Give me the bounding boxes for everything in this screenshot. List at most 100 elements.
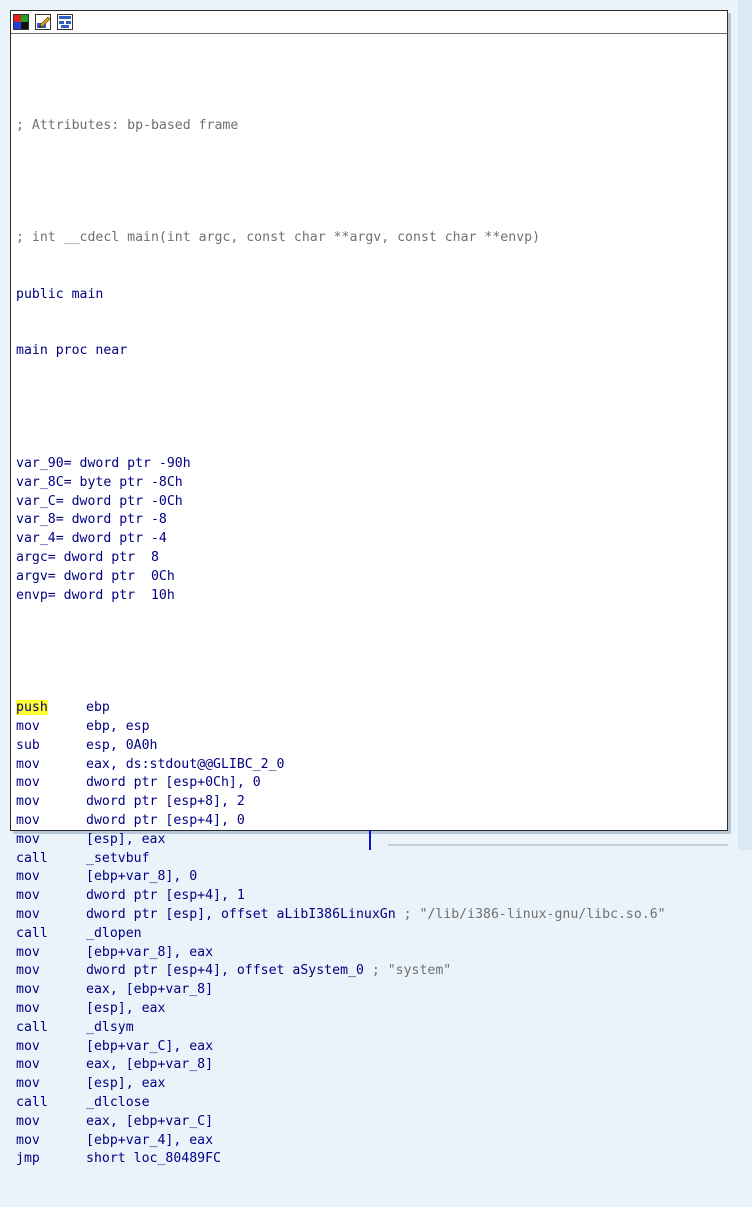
instruction-line[interactable]: mov dword ptr [esp+4], 0 xyxy=(16,812,724,831)
instruction-mnemonic[interactable]: mov xyxy=(16,1057,40,1072)
instruction-mnemonic[interactable]: mov xyxy=(16,1076,40,1091)
instruction-mnemonic[interactable]: mov xyxy=(16,945,40,960)
graph-scrollbar[interactable] xyxy=(738,0,752,850)
instruction-operands[interactable]: [esp], eax xyxy=(86,832,165,847)
instruction-line[interactable]: mov eax, [ebp+var_8] xyxy=(16,981,724,1000)
instruction-line[interactable]: call _setvbuf xyxy=(16,850,724,869)
instruction-line[interactable]: mov dword ptr [esp+0Ch], 0 xyxy=(16,774,724,793)
instruction-operands[interactable]: [ebp+var_C], eax xyxy=(86,1039,213,1054)
instruction-line[interactable]: mov ebp, esp xyxy=(16,718,724,737)
instruction-operands[interactable]: ebp, esp xyxy=(86,719,150,734)
instruction-line[interactable]: call _dlsym xyxy=(16,1019,724,1038)
instruction-operands[interactable]: [ebp+var_4], eax xyxy=(86,1133,213,1148)
instruction-operands[interactable]: _setvbuf xyxy=(86,851,150,866)
stack-variable[interactable]: var_C= dword ptr -0Ch xyxy=(16,493,724,512)
instruction-mnemonic[interactable]: mov xyxy=(16,813,40,828)
instruction-line[interactable]: mov [esp], eax xyxy=(16,1075,724,1094)
instruction-mnemonic[interactable]: mov xyxy=(16,963,40,978)
set-node-color-icon[interactable] xyxy=(13,14,29,30)
instruction-operands[interactable]: eax, [ebp+var_8] xyxy=(86,1057,213,1072)
function-signature-comment: ; int __cdecl main(int argc, const char … xyxy=(16,229,724,248)
stack-variable[interactable]: argv= dword ptr 0Ch xyxy=(16,568,724,587)
instruction-line[interactable]: call _dlclose xyxy=(16,1094,724,1113)
instruction-operands[interactable]: _dlopen xyxy=(86,926,142,941)
instruction-operands[interactable]: esp, 0A0h xyxy=(86,738,157,753)
instruction-operands[interactable]: [ebp+var_8], eax xyxy=(86,945,213,960)
instruction-mnemonic[interactable]: mov xyxy=(16,888,40,903)
instruction-line[interactable]: mov [ebp+var_8], eax xyxy=(16,944,724,963)
instruction-operands[interactable]: _dlsym xyxy=(86,1020,134,1035)
instruction-line[interactable]: mov [esp], eax xyxy=(16,1000,724,1019)
instruction-line[interactable]: mov dword ptr [esp+4], offset aSystem_0 ;… xyxy=(16,962,724,981)
instruction-mnemonic[interactable]: mov xyxy=(16,1114,40,1129)
instruction-operands[interactable]: eax, [ebp+var_8] xyxy=(86,982,213,997)
instruction-line[interactable]: mov dword ptr [esp+8], 2 xyxy=(16,793,724,812)
stack-variables: var_90= dword ptr -90h var_8C= byte ptr -… xyxy=(16,455,724,605)
instruction-line[interactable]: mov dword ptr [esp], offset aLibI386Linux… xyxy=(16,906,724,925)
instruction-mnemonic[interactable]: mov xyxy=(16,719,40,734)
signature-text: ; int __cdecl main(int argc, const char … xyxy=(16,230,541,246)
instruction-operands[interactable]: dword ptr [esp], offset aLibI386LinuxGn xyxy=(86,907,396,922)
public-declaration: public main xyxy=(16,286,104,302)
instruction-operands[interactable]: [ebp+var_8], 0 xyxy=(86,869,197,884)
stack-variable[interactable]: var_4= dword ptr -4 xyxy=(16,530,724,549)
instruction-mnemonic[interactable]: mov xyxy=(16,982,40,997)
instruction-line[interactable]: mov [ebp+var_4], eax xyxy=(16,1132,724,1151)
stack-variable[interactable]: argc= dword ptr 8 xyxy=(16,549,724,568)
disassembly-listing[interactable]: ; Attributes: bp-based frame ; int __cde… xyxy=(16,79,724,1207)
instruction-operands[interactable]: [esp], eax xyxy=(86,1001,165,1016)
instruction-mnemonic[interactable]: jmp xyxy=(16,1151,40,1166)
instruction-mnemonic[interactable]: mov xyxy=(16,832,40,847)
instruction-operands[interactable]: _dlclose xyxy=(86,1095,150,1110)
instruction-mnemonic[interactable]: mov xyxy=(16,775,40,790)
instruction-line[interactable]: sub esp, 0A0h xyxy=(16,737,724,756)
instruction-comment: ; "/lib/i386-linux-gnu/libc.so.6" xyxy=(403,907,666,923)
instruction-operands[interactable]: [esp], eax xyxy=(86,1076,165,1091)
instruction-mnemonic[interactable]: sub xyxy=(16,738,40,753)
ida-graph-view[interactable]: ; Attributes: bp-based frame ; int __cde… xyxy=(0,0,752,1166)
instruction-line[interactable]: mov eax, [ebp+var_C] xyxy=(16,1113,724,1132)
instruction-line[interactable]: mov [ebp+var_8], 0 xyxy=(16,868,724,887)
node-toolbar xyxy=(11,11,727,34)
rename-icon[interactable] xyxy=(35,14,51,30)
instruction-line[interactable]: mov [ebp+var_C], eax xyxy=(16,1038,724,1057)
instruction-mnemonic[interactable]: mov xyxy=(16,907,40,922)
instruction-mnemonic[interactable]: mov xyxy=(16,1039,40,1054)
stack-variable[interactable]: var_8C= byte ptr -8Ch xyxy=(16,474,724,493)
instruction-operands[interactable]: dword ptr [esp+8], 2 xyxy=(86,794,245,809)
instruction-mnemonic[interactable]: mov xyxy=(16,869,40,884)
graph-overview-icon[interactable] xyxy=(57,14,73,30)
instruction-mnemonic[interactable]: mov xyxy=(16,1133,40,1148)
instruction-comment: ; "system" xyxy=(371,963,452,979)
instruction-operands[interactable]: ebp xyxy=(86,700,110,715)
code-block-node[interactable]: ; Attributes: bp-based frame ; int __cde… xyxy=(10,10,728,1166)
instruction-operands[interactable]: eax, [ebp+var_C] xyxy=(86,1114,213,1129)
next-code-block-edge xyxy=(388,844,728,846)
instruction-operands[interactable]: eax, ds:stdout@@GLIBC_2_0 xyxy=(86,757,285,772)
instruction-mnemonic[interactable]: call xyxy=(16,926,48,941)
proc-declaration: main proc near xyxy=(16,343,128,359)
instruction-line[interactable]: call _dlopen xyxy=(16,925,724,944)
instruction-mnemonic[interactable]: call xyxy=(16,1095,48,1110)
instruction-line[interactable]: jmp short loc_80489FC xyxy=(16,1150,724,1169)
instruction-operands[interactable]: dword ptr [esp+4], 1 xyxy=(86,888,245,903)
instruction-line[interactable]: push ebp xyxy=(16,699,724,718)
instruction-line[interactable]: mov eax, ds:stdout@@GLIBC_2_0 xyxy=(16,756,724,775)
instruction-list: push ebp mov ebp, esp sub esp, 0A0h mov eax, ds… xyxy=(16,699,724,1169)
stack-variable[interactable]: envp= dword ptr 10h xyxy=(16,587,724,606)
instruction-line[interactable]: mov eax, [ebp+var_8] xyxy=(16,1056,724,1075)
instruction-operands[interactable]: short loc_80489FC xyxy=(86,1151,221,1166)
instruction-mnemonic[interactable]: mov xyxy=(16,794,40,809)
instruction-operands[interactable]: dword ptr [esp+0Ch], 0 xyxy=(86,775,261,790)
instruction-mnemonic[interactable]: call xyxy=(16,851,48,866)
stack-variable[interactable]: var_8= dword ptr -8 xyxy=(16,511,724,530)
instruction-mnemonic[interactable]: push xyxy=(16,700,48,716)
instruction-line[interactable]: mov dword ptr [esp+4], 1 xyxy=(16,887,724,906)
instruction-mnemonic[interactable]: mov xyxy=(16,1001,40,1016)
instruction-operands[interactable]: dword ptr [esp+4], offset aSystem_0 xyxy=(86,963,364,978)
instruction-operands[interactable]: dword ptr [esp+4], 0 xyxy=(86,813,245,828)
instruction-mnemonic[interactable]: call xyxy=(16,1020,48,1035)
instruction-mnemonic[interactable]: mov xyxy=(16,757,40,772)
stack-variable[interactable]: var_90= dword ptr -90h xyxy=(16,455,724,474)
flow-edge xyxy=(369,830,371,850)
